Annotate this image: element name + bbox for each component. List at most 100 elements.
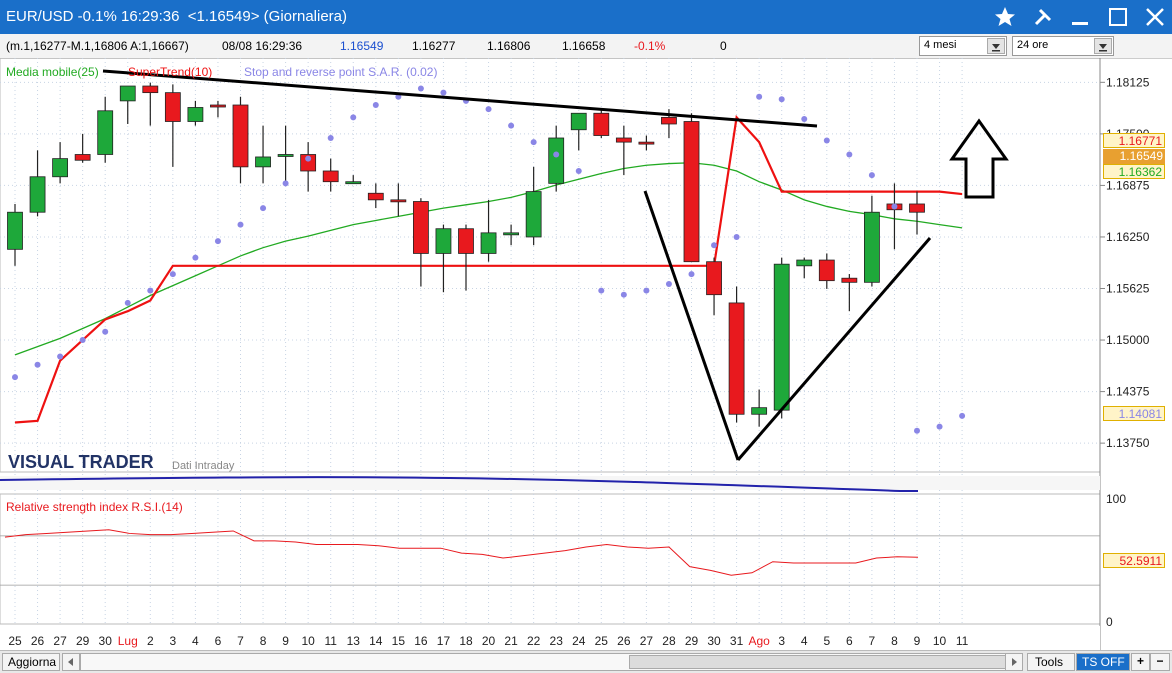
- tools-button[interactable]: Tools: [1027, 653, 1075, 671]
- candle-body[interactable]: [818, 259, 835, 282]
- candle-body[interactable]: [706, 261, 722, 296]
- sar-dot: [147, 287, 154, 294]
- scroll-left-button[interactable]: [62, 653, 80, 671]
- scrollbar-thumb[interactable]: [629, 655, 1019, 669]
- price-tick-label: 1.18125: [1106, 75, 1150, 89]
- candle-body[interactable]: [728, 302, 745, 415]
- date-tick-label: 7: [869, 634, 876, 648]
- candle-body[interactable]: [277, 154, 294, 157]
- sar-dot: [598, 287, 605, 294]
- rsi-tick-label: 100: [1106, 492, 1126, 506]
- candle-body[interactable]: [796, 259, 813, 267]
- sar-tag: 1.14081: [1103, 406, 1165, 421]
- date-tick-label: 29: [76, 634, 90, 648]
- candle-body[interactable]: [7, 211, 23, 250]
- date-tick-label: 11: [324, 634, 337, 648]
- candle-body[interactable]: [548, 137, 565, 184]
- supertrend-tag: 1.16771: [1103, 133, 1165, 148]
- date-tick-label: 8: [260, 634, 267, 648]
- sar-dot: [756, 93, 763, 100]
- date-tick-label: 4: [192, 634, 199, 648]
- brand-sub: Dati Intraday: [172, 460, 235, 472]
- candle-body[interactable]: [232, 104, 249, 168]
- minimize-icon[interactable]: [1067, 4, 1093, 30]
- sar-dot: [57, 353, 64, 360]
- sar-dot: [665, 280, 672, 287]
- date-tick-label: 9: [914, 634, 921, 648]
- supertrend-legend: SuperTrend(10): [128, 65, 212, 79]
- price-tick-label: 1.15625: [1106, 282, 1150, 296]
- candle-body[interactable]: [638, 141, 655, 145]
- sar-dot: [778, 96, 785, 103]
- zoom-out-button[interactable]: −: [1150, 653, 1170, 671]
- candle-body[interactable]: [255, 156, 271, 168]
- sar-dot: [372, 102, 379, 109]
- candle-body[interactable]: [119, 85, 136, 102]
- candle-body[interactable]: [615, 137, 632, 143]
- rsi-legend: Relative strength index R.S.I.(14): [6, 500, 183, 514]
- date-tick-label: 24: [572, 634, 586, 648]
- date-tick-label: 10: [933, 634, 947, 648]
- chart-area[interactable]: 1.181251.175001.168751.162501.156251.150…: [0, 58, 1172, 650]
- ts-off-button[interactable]: TS OFF: [1076, 653, 1130, 671]
- candle-body[interactable]: [683, 121, 700, 263]
- candle-body[interactable]: [210, 104, 226, 108]
- chevron-down-icon[interactable]: [1094, 38, 1112, 54]
- period-select[interactable]: 4 mesi: [919, 36, 1007, 56]
- tools-label: Tools: [1035, 655, 1064, 669]
- candle-body[interactable]: [164, 92, 181, 122]
- rsi-tag: 52.5911: [1103, 553, 1165, 568]
- sar-dot: [214, 238, 221, 245]
- date-tick-label: 15: [392, 634, 406, 648]
- candle-body[interactable]: [142, 85, 159, 94]
- candle-body[interactable]: [661, 116, 677, 125]
- date-tick-label: 28: [662, 634, 676, 648]
- candle-body[interactable]: [909, 203, 925, 213]
- sar-dot: [508, 122, 515, 129]
- date-tick-label: 3: [170, 634, 177, 648]
- sar-dot: [485, 106, 492, 113]
- resistance-trendline[interactable]: [102, 69, 818, 128]
- sar-dot: [575, 167, 582, 174]
- sar-dot: [260, 205, 267, 212]
- date-tick-label: 30: [99, 634, 113, 648]
- candle-body[interactable]: [864, 211, 880, 283]
- candle-body[interactable]: [458, 228, 474, 254]
- candle-body[interactable]: [345, 181, 362, 185]
- candle-body[interactable]: [367, 192, 384, 201]
- candle-body[interactable]: [503, 232, 520, 236]
- value-3: 1.16658: [562, 39, 606, 53]
- candle-body[interactable]: [390, 199, 407, 203]
- date-tick-label: 2: [147, 634, 154, 648]
- candle-body[interactable]: [322, 170, 339, 183]
- candle-body[interactable]: [751, 407, 768, 415]
- candle-body[interactable]: [570, 112, 587, 131]
- candle-body[interactable]: [593, 112, 610, 136]
- chevron-down-icon[interactable]: [987, 38, 1005, 54]
- interval-select[interactable]: 24 ore: [1012, 36, 1114, 56]
- maximize-icon[interactable]: [1105, 4, 1131, 30]
- scroll-right-button[interactable]: [1005, 653, 1023, 671]
- candle-body[interactable]: [29, 176, 46, 213]
- candle-body[interactable]: [97, 110, 114, 155]
- date-tick-label: 9: [282, 634, 289, 648]
- candle-body[interactable]: [435, 228, 452, 254]
- zoom-in-button[interactable]: +: [1131, 653, 1150, 671]
- close-icon[interactable]: [1142, 4, 1168, 30]
- star-icon[interactable]: [992, 4, 1018, 30]
- candle-body[interactable]: [773, 263, 790, 411]
- candle-body[interactable]: [525, 191, 542, 238]
- aggiorna-button[interactable]: Aggiorna: [2, 653, 60, 671]
- sar-dot: [846, 151, 853, 158]
- candle-body[interactable]: [74, 154, 91, 161]
- candle-body[interactable]: [841, 277, 858, 283]
- date-tick-label: 27: [640, 634, 654, 648]
- candle-body[interactable]: [480, 232, 497, 254]
- date-tick-label: Lug: [118, 634, 138, 648]
- horizontal-scrollbar[interactable]: [80, 653, 1020, 671]
- candle-body[interactable]: [52, 158, 68, 178]
- pin-icon[interactable]: [1030, 4, 1056, 30]
- sar-dot: [801, 116, 808, 123]
- candle-body[interactable]: [412, 201, 429, 254]
- candle-body[interactable]: [187, 107, 204, 122]
